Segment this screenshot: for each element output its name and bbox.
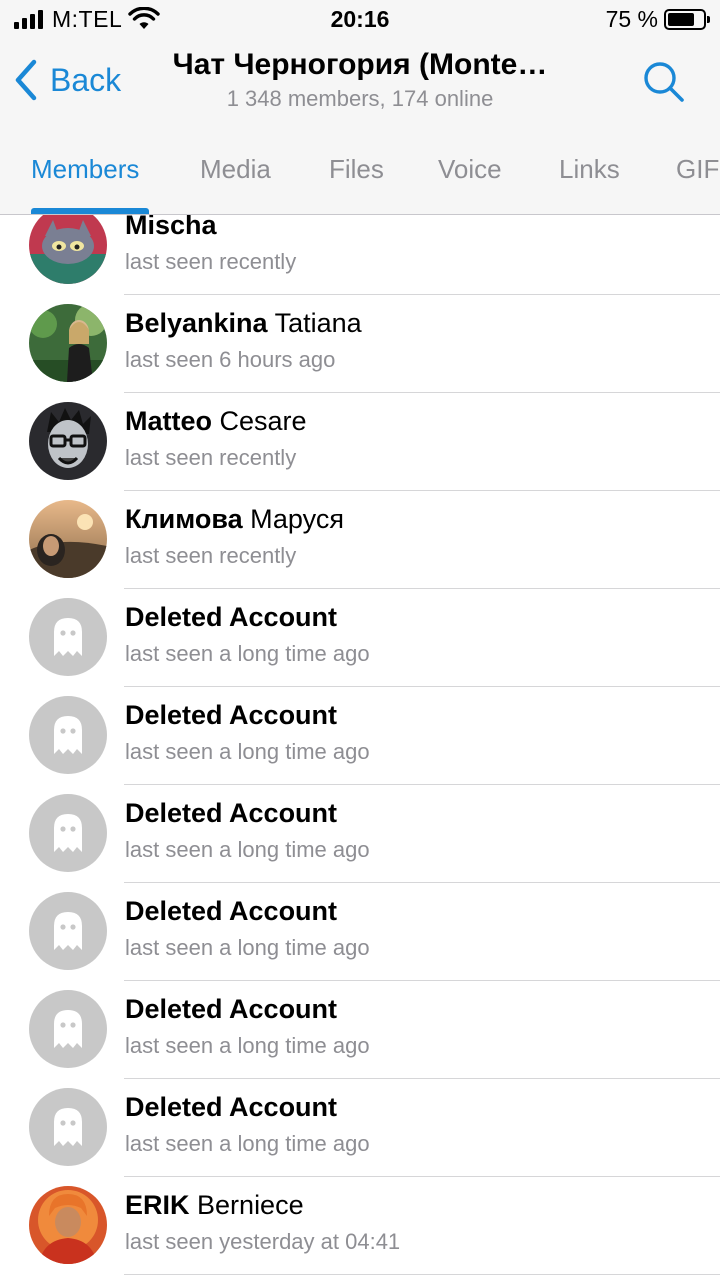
active-tab-indicator <box>31 208 149 214</box>
member-name: Климова Маруся <box>125 504 344 534</box>
member-name: Deleted Account <box>125 994 338 1024</box>
avatar <box>29 215 107 284</box>
navigation-bar: Back Чат Черногория (Monte… 1 348 member… <box>0 40 720 128</box>
ghost-icon <box>29 598 107 676</box>
member-status: last seen a long time ago <box>125 739 370 764</box>
member-status: last seen 6 hours ago <box>125 347 336 372</box>
member-status: last seen a long time ago <box>125 1033 370 1058</box>
member-status: last seen yesterday at 04:41 <box>125 1229 401 1254</box>
avatar <box>29 500 107 578</box>
tab-voice[interactable]: Voice <box>438 154 502 185</box>
member-name: Deleted Account <box>125 602 338 632</box>
member-row[interactable]: Belyankina Tatiana last seen 6 hours ago <box>0 295 720 393</box>
member-row[interactable]: Mischa last seen recently <box>0 215 720 295</box>
ghost-icon <box>29 696 107 774</box>
member-row[interactable]: Matteo Cesare last seen recently <box>0 393 720 491</box>
ghost-icon <box>29 892 107 970</box>
member-status: last seen recently <box>125 249 297 274</box>
member-name: Deleted Account <box>125 798 338 828</box>
separator <box>124 1274 720 1275</box>
member-status: last seen a long time ago <box>125 641 370 666</box>
member-row[interactable]: Deleted Account last seen a long time ag… <box>0 1079 720 1177</box>
member-name: Deleted Account <box>125 1092 338 1122</box>
member-status: last seen a long time ago <box>125 1131 370 1156</box>
member-status: last seen a long time ago <box>125 935 370 960</box>
member-status: last seen recently <box>125 543 297 568</box>
member-name: Deleted Account <box>125 700 338 730</box>
battery-icon <box>664 9 710 30</box>
member-row[interactable]: Deleted Account last seen a long time ag… <box>0 883 720 981</box>
avatar <box>29 402 107 480</box>
tab-gifs[interactable]: GIFs <box>676 154 720 185</box>
member-name: Mischa <box>125 215 217 240</box>
member-row[interactable]: Deleted Account last seen a long time ag… <box>0 687 720 785</box>
member-row[interactable]: Deleted Account last seen a long time ag… <box>0 785 720 883</box>
member-status: last seen a long time ago <box>125 837 370 862</box>
ghost-icon <box>29 794 107 872</box>
member-row[interactable]: Климова Маруся last seen recently <box>0 491 720 589</box>
status-bar: M:TEL 20:16 75 % <box>0 0 720 40</box>
battery-percentage: 75 % <box>605 6 658 32</box>
avatar <box>29 1186 107 1264</box>
chat-subtitle: 1 348 members, 174 online <box>226 86 494 111</box>
ghost-icon <box>29 1088 107 1166</box>
member-row[interactable]: Deleted Account last seen a long time ag… <box>0 981 720 1079</box>
member-name: ERIK Berniece <box>125 1190 304 1220</box>
member-name: Matteo Cesare <box>125 406 307 436</box>
ghost-icon <box>29 990 107 1068</box>
member-name: Deleted Account <box>125 896 338 926</box>
member-row[interactable]: ERIK Berniece last seen yesterday at 04:… <box>0 1177 720 1275</box>
tab-media[interactable]: Media <box>200 154 271 185</box>
chevron-left-icon <box>15 59 37 101</box>
members-list[interactable]: Mischa last seen recently Belyankina Tat… <box>0 215 720 1280</box>
search-icon[interactable] <box>642 60 686 104</box>
shared-media-tabs: Members Media Files Voice Links GIFs <box>0 128 720 215</box>
tab-files[interactable]: Files <box>329 154 384 185</box>
tab-members[interactable]: Members <box>31 154 139 185</box>
back-button[interactable]: Back <box>12 54 121 106</box>
member-row[interactable]: Deleted Account last seen a long time ag… <box>0 589 720 687</box>
member-status: last seen recently <box>125 445 297 470</box>
member-name: Belyankina Tatiana <box>125 308 362 338</box>
back-label: Back <box>50 61 122 98</box>
avatar <box>29 304 107 382</box>
tab-links[interactable]: Links <box>559 154 620 185</box>
battery-level <box>668 13 694 26</box>
chat-title: Чат Черногория (Monte… <box>172 48 548 81</box>
